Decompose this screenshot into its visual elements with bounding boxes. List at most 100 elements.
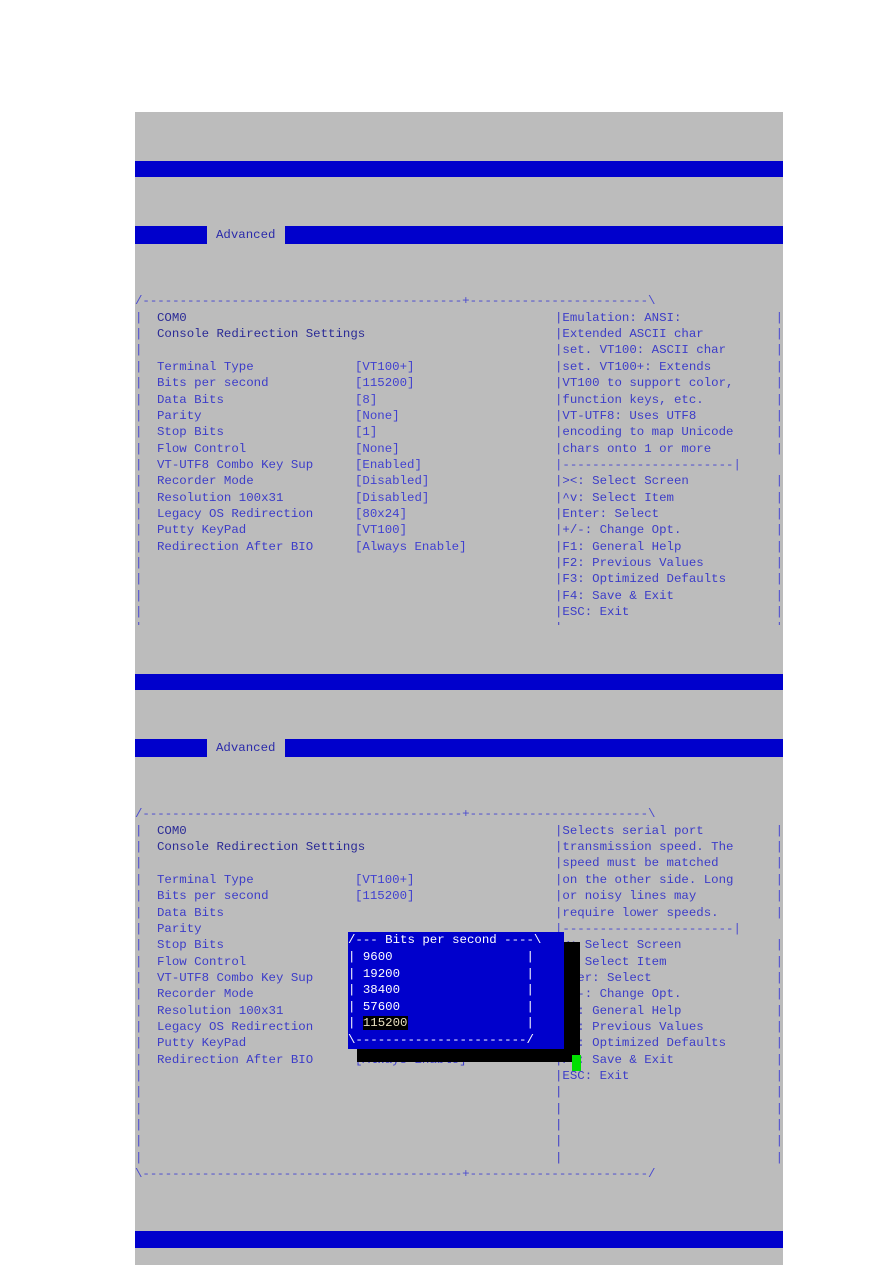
content-row: | |ESC: Exit |	[135, 604, 783, 620]
empty-cell	[149, 555, 355, 571]
frame-right-pipe: |	[775, 572, 783, 587]
key-legend-line: |F1: General Help	[555, 1003, 682, 1018]
tab-advanced-2[interactable]: Advanced	[207, 739, 285, 758]
setting-label[interactable]: Putty KeyPad	[149, 522, 355, 538]
help-text-line: |or noisy lines may	[555, 889, 697, 904]
frame-left-pipe: |	[135, 970, 143, 985]
help-text-line: |set. VT100: ASCII char	[555, 343, 727, 358]
dropdown-spacer	[393, 950, 527, 964]
empty-cell	[149, 1084, 355, 1100]
setting-value[interactable]: [None]	[355, 408, 555, 424]
setting-label[interactable]: Flow Control	[149, 954, 355, 970]
content-row: | | |	[135, 1101, 783, 1117]
group-header-com0: COM0	[157, 823, 187, 838]
setting-value[interactable]: [Disabled]	[355, 490, 555, 506]
content-row: | Resolution 100x31 [Disabled] |^v: Select …	[135, 490, 783, 506]
key-legend-line: |<: Select Screen	[555, 938, 682, 953]
content-row: | COM0 |Selects serial port |	[135, 823, 783, 839]
setting-label[interactable]: Flow Control	[149, 441, 355, 457]
key-legend-line: |+/-: Change Opt.	[555, 523, 682, 538]
setting-value[interactable]	[355, 905, 555, 921]
frame-right-pipe: |	[775, 1068, 783, 1083]
key-legend-line: |F3: Optimized Defaults	[555, 1036, 727, 1051]
setting-value[interactable]: [Always Enable]	[355, 539, 555, 555]
setting-label[interactable]: Data Bits	[149, 392, 355, 408]
setting-label[interactable]: Bits per second	[149, 375, 355, 391]
frame-right-pipe: |	[775, 1036, 783, 1051]
frame-right-pipe: |	[775, 889, 783, 904]
dropdown-option-label[interactable]: 57600	[363, 1000, 400, 1014]
setting-label[interactable]: Recorder Mode	[149, 473, 355, 489]
dropdown-option-label[interactable]: 38400	[363, 983, 400, 997]
empty-cell	[149, 588, 355, 604]
setting-value[interactable]: [115200]	[355, 375, 555, 391]
setting-label[interactable]: Terminal Type	[149, 359, 355, 375]
frame-left-pipe: |	[135, 921, 143, 936]
content-row: | | |	[135, 1117, 783, 1133]
setting-value[interactable]: [Disabled]	[355, 473, 555, 489]
menu-tab-bar: Advanced	[135, 226, 783, 245]
frame-left-pipe: |	[135, 588, 143, 603]
frame-right-pipe: |	[775, 970, 783, 985]
dropdown-option-label[interactable]: 19200	[363, 967, 400, 981]
setting-value[interactable]: [Enabled]	[355, 457, 555, 473]
dropdown-option[interactable]: | 38400 |	[348, 982, 564, 999]
setting-value[interactable]: [VT100]	[355, 522, 555, 538]
setting-label[interactable]: Resolution 100x31	[149, 1003, 355, 1019]
setting-value[interactable]: [1]	[355, 424, 555, 440]
setting-label[interactable]: Putty KeyPad	[149, 1035, 355, 1051]
setting-label[interactable]: Data Bits	[149, 905, 355, 921]
setting-label[interactable]: Terminal Type	[149, 872, 355, 888]
setting-label[interactable]: Stop Bits	[149, 424, 355, 440]
setting-label[interactable]: VT-UTF8 Combo Key Sup	[149, 457, 355, 473]
setting-value[interactable]: [VT100+]	[355, 359, 555, 375]
setting-value[interactable]: [None]	[355, 441, 555, 457]
empty-cell	[355, 571, 555, 587]
key-legend-line: |nter: Select	[555, 970, 652, 985]
frame-right-pipe: |	[775, 954, 783, 969]
key-legend-line: |ESC: Exit	[555, 604, 630, 619]
dropdown-option[interactable]: | 19200 |	[348, 966, 564, 983]
dropdown-option[interactable]: | 9600 |	[348, 949, 564, 966]
content-row: | | |	[135, 1133, 783, 1149]
setting-label[interactable]: Stop Bits	[149, 937, 355, 953]
frame-left-pipe: |	[135, 343, 143, 358]
setting-label[interactable]: Recorder Mode	[149, 986, 355, 1002]
key-legend-line: |^v: Select Item	[555, 490, 674, 505]
dropdown-option[interactable]: | 57600 |	[348, 999, 564, 1016]
setting-label[interactable]: VT-UTF8 Combo Key Sup	[149, 970, 355, 986]
content-row: | Console Redirection Settings |transmissi…	[135, 839, 783, 855]
empty-cell	[355, 1068, 555, 1084]
setting-label[interactable]: Resolution 100x31	[149, 490, 355, 506]
bits-per-second-dropdown[interactable]: /--- Bits per second ----\ | 9600 | | 1920…	[348, 932, 564, 1049]
dropdown-option-label[interactable]: 9600	[363, 950, 393, 964]
content-row: | Legacy OS Redirection [80x24] |Enter: Sel…	[135, 506, 783, 522]
frame-right-pipe: |	[775, 905, 783, 920]
dropdown-spacer	[400, 967, 526, 981]
group-header-console-redirection: Console Redirection Settings	[157, 840, 366, 855]
setting-value[interactable]: [115200]	[355, 888, 555, 904]
dropdown-option-label[interactable]: 115200	[362, 1016, 408, 1031]
dropdown-left-pipe: |	[348, 983, 363, 998]
content-row: | |F2: Previous Values |	[135, 555, 783, 571]
frame-right-pipe: |	[775, 425, 783, 440]
content-row: | |F4: Save & Exit |	[135, 588, 783, 604]
content-row: | Terminal Type [VT100+] |on the other side…	[135, 872, 783, 888]
frame-left-pipe: |	[135, 840, 143, 855]
frame-left-pipe: |	[135, 441, 143, 456]
setting-label[interactable]: Bits per second	[149, 888, 355, 904]
setting-label[interactable]: Parity	[149, 921, 355, 937]
setting-label[interactable]: Redirection After BIO	[149, 539, 355, 555]
setting-label[interactable]: Legacy OS Redirection	[149, 1019, 355, 1035]
setting-value[interactable]: [VT100+]	[355, 872, 555, 888]
setting-value[interactable]: [8]	[355, 392, 555, 408]
tab-advanced[interactable]: Advanced	[207, 226, 285, 245]
setting-label[interactable]: Legacy OS Redirection	[149, 506, 355, 522]
frame-right-pipe: |	[775, 327, 783, 342]
setting-label[interactable]: Parity	[149, 408, 355, 424]
frame-right-pipe: |	[775, 604, 783, 619]
content-row: | Recorder Mode [Disabled] |><: Select Scre…	[135, 473, 783, 489]
setting-label[interactable]: Redirection After BIO	[149, 1052, 355, 1068]
dropdown-option[interactable]: | 115200 |	[348, 1015, 564, 1032]
setting-value[interactable]: [80x24]	[355, 506, 555, 522]
